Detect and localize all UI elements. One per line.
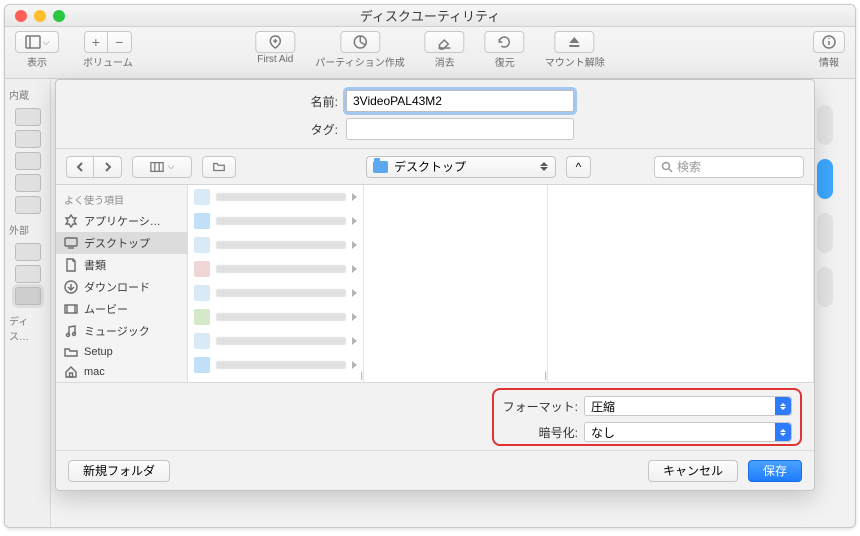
toolbar-view-label: 表示 (27, 54, 47, 69)
folder-icon (373, 161, 388, 173)
toolbar-restore[interactable]: 復元 (485, 31, 525, 69)
toolbar-erase[interactable]: 消去 (425, 31, 465, 69)
name-label: 名前: (56, 93, 338, 110)
chevron-updown-icon (539, 162, 549, 171)
columns-icon (150, 160, 164, 174)
toolbar-partition[interactable]: パーティション作成 (315, 31, 404, 69)
toolbar-info[interactable]: 情報 (813, 31, 845, 69)
external-disk[interactable] (15, 243, 41, 261)
chevron-updown-icon (775, 423, 791, 441)
favorites-item-label: mac (84, 366, 105, 378)
location-popup[interactable]: デスクトップ (366, 156, 556, 178)
collapse-button[interactable]: ^ (566, 156, 591, 178)
titlebar: ディスクユーティリティ (5, 5, 855, 27)
save-button[interactable]: 保存 (748, 460, 802, 482)
disk-utility-sidebar: 内蔵 外部 ディス… (5, 79, 51, 527)
chevron-updown-icon (775, 397, 791, 415)
favorites-item-doc[interactable]: 書類 (56, 254, 187, 276)
group-button[interactable] (202, 156, 236, 178)
favorites-item-folder[interactable]: Setup (56, 342, 187, 362)
browser-column-2[interactable]: || (364, 185, 548, 382)
restore-icon (497, 34, 513, 50)
bg-scroll-hints (817, 91, 837, 487)
toolbar-volume-label: ボリューム (83, 54, 133, 69)
toolbar-volume[interactable]: + − ボリューム (83, 31, 133, 69)
nav-row: ⌵ デスクトップ ^ 検索 (56, 149, 814, 185)
encryption-label: 暗号化: (502, 424, 578, 441)
remove-volume-button[interactable]: − (108, 31, 132, 53)
sheet-bottom-bar: 新規フォルダ キャンセル 保存 (56, 450, 814, 490)
first-aid-icon (267, 34, 283, 50)
column-handle-icon[interactable]: || (544, 370, 545, 380)
toolbar-view[interactable]: ⌵ 表示 (15, 31, 59, 69)
format-label: フォーマット: (502, 398, 578, 415)
internal-disk[interactable] (15, 152, 41, 170)
cancel-button[interactable]: キャンセル (648, 460, 738, 482)
browser-column-1[interactable]: || (188, 185, 364, 382)
favorites-item-music[interactable]: ミュージック (56, 320, 187, 342)
favorites-item-home[interactable]: mac (56, 362, 187, 382)
favorites-item-label: デスクトップ (84, 235, 150, 251)
window-title: ディスクユーティリティ (5, 6, 855, 25)
internal-disk[interactable] (15, 130, 41, 148)
erase-icon (437, 34, 453, 50)
internal-disk[interactable] (15, 108, 41, 126)
external-disk-selected[interactable] (15, 287, 41, 305)
external-disk[interactable] (15, 265, 41, 283)
favorites-item-apps[interactable]: アプリケーシ… (56, 210, 187, 232)
info-icon (821, 34, 837, 50)
search-input[interactable]: 検索 (654, 156, 804, 178)
favorites-item-label: ミュージック (84, 323, 150, 339)
view-mode-button[interactable]: ⌵ (132, 156, 192, 178)
toolbar: ⌵ 表示 + − ボリューム First Aid パーティション作成 消去 (5, 27, 855, 79)
encryption-select[interactable]: なし (584, 422, 792, 442)
tag-input[interactable] (346, 118, 574, 140)
favorites-item-label: ムービー (84, 301, 128, 317)
favorites-heading: よく使う項目 (56, 189, 187, 210)
column-handle-icon[interactable]: || (360, 370, 361, 380)
search-icon (661, 161, 673, 173)
favorites-item-label: 書類 (84, 257, 106, 273)
format-select[interactable]: 圧縮 (584, 396, 792, 416)
favorites-item-label: ダウンロード (84, 279, 150, 295)
file-browser: よく使う項目 アプリケーシ… デスクトップ書類ダウンロードムービーミュージック Se… (56, 185, 814, 383)
internal-disk[interactable] (15, 196, 41, 214)
forward-button[interactable] (94, 156, 122, 178)
favorites-item-desktop[interactable]: デスクトップ (56, 232, 187, 254)
toolbar-unmount[interactable]: マウント解除 (545, 31, 605, 69)
browser-column-3[interactable] (548, 185, 814, 382)
favorites-sidebar: よく使う項目 アプリケーシ… デスクトップ書類ダウンロードムービーミュージック Se… (56, 185, 188, 382)
partition-icon (352, 34, 368, 50)
folder-outline-icon (212, 160, 226, 174)
add-volume-button[interactable]: + (84, 31, 108, 53)
toolbar-first-aid[interactable]: First Aid (255, 31, 295, 69)
name-input[interactable] (346, 90, 574, 112)
format-options-highlight: フォーマット: 圧縮 暗号化: なし (492, 388, 802, 446)
back-button[interactable] (66, 156, 94, 178)
favorites-item-download[interactable]: ダウンロード (56, 276, 187, 298)
eject-icon (567, 34, 583, 50)
sidebar-icon (25, 34, 41, 50)
favorites-item-movie[interactable]: ムービー (56, 298, 187, 320)
tag-label: タグ: (56, 121, 338, 138)
favorites-item-label: アプリケーシ… (84, 213, 161, 229)
internal-disk[interactable] (15, 174, 41, 192)
new-folder-button[interactable]: 新規フォルダ (68, 460, 170, 482)
save-sheet: 名前: タグ: ⌵ デスクトップ (55, 79, 815, 491)
favorites-item-label: Setup (84, 346, 113, 358)
